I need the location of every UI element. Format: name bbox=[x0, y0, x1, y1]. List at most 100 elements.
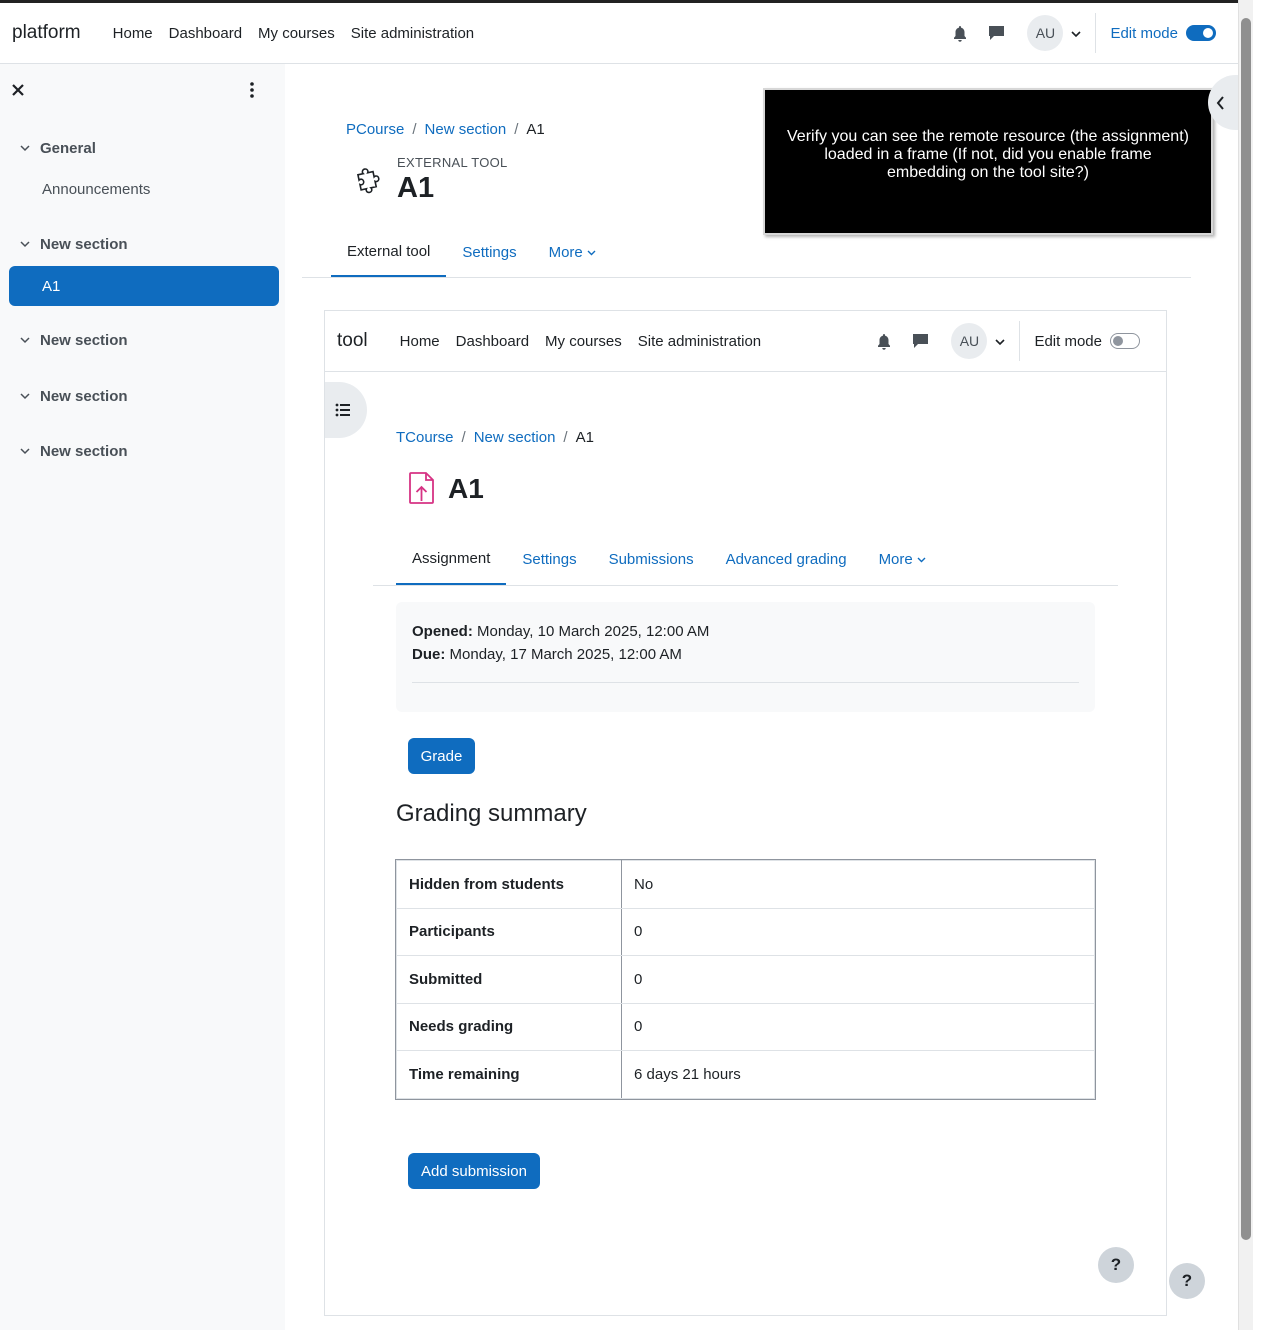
chevron-down-icon bbox=[20, 448, 30, 455]
row-key: Hidden from students bbox=[396, 860, 622, 909]
bell-icon[interactable] bbox=[867, 324, 901, 358]
breadcrumb-new-section[interactable]: New section bbox=[425, 121, 507, 138]
tab-more[interactable]: More bbox=[863, 533, 942, 586]
tab-submissions[interactable]: Submissions bbox=[593, 533, 710, 586]
embedded-tool-frame: tool Home Dashboard My courses Site admi… bbox=[324, 310, 1167, 1316]
divider bbox=[1019, 321, 1021, 361]
chevron-down-icon bbox=[917, 557, 926, 562]
breadcrumb-current: A1 bbox=[526, 121, 545, 138]
scrollbar-thumb[interactable] bbox=[1241, 18, 1251, 1240]
activity-dates: Opened: Monday, 10 March 2025, 12:00 AM … bbox=[396, 602, 1095, 712]
page-title: A1 bbox=[397, 172, 435, 204]
primary-nav: Home Dashboard My courses Site administr… bbox=[105, 25, 483, 42]
section-new-section-3[interactable]: New section bbox=[20, 388, 128, 405]
chevron-down-icon[interactable] bbox=[995, 333, 1006, 350]
divider bbox=[412, 682, 1079, 683]
top-navbar: platform Home Dashboard My courses Site … bbox=[0, 0, 1238, 64]
grading-summary-table: Hidden from students No Participants 0 Sub… bbox=[395, 859, 1096, 1100]
edit-mode-toggle[interactable] bbox=[1110, 333, 1140, 349]
section-title: New section bbox=[40, 236, 128, 253]
breadcrumb-separator: / bbox=[461, 429, 466, 446]
tab-more-label: More bbox=[548, 244, 583, 261]
divider bbox=[1095, 13, 1097, 53]
frame-edit-mode-switch[interactable]: Edit mode bbox=[1034, 333, 1140, 350]
breadcrumb-tcourse[interactable]: TCourse bbox=[396, 429, 454, 446]
breadcrumb: PCourse / New section / A1 bbox=[346, 121, 545, 138]
row-value: 6 days 21 hours bbox=[621, 1050, 1095, 1099]
breadcrumb-separator: / bbox=[412, 121, 417, 138]
close-icon[interactable] bbox=[10, 82, 30, 102]
tab-external-tool[interactable]: External tool bbox=[331, 227, 447, 278]
row-key: Submitted bbox=[396, 955, 622, 1004]
breadcrumb-pcourse[interactable]: PCourse bbox=[346, 121, 404, 138]
tab-assignment[interactable]: Assignment bbox=[396, 533, 507, 586]
table-row: Participants 0 bbox=[396, 907, 1095, 956]
edit-mode-switch[interactable]: Edit mode bbox=[1110, 25, 1216, 42]
breadcrumb-separator: / bbox=[563, 429, 568, 446]
edit-mode-label: Edit mode bbox=[1034, 332, 1102, 350]
breadcrumb-separator: / bbox=[514, 121, 519, 138]
help-button[interactable]: ? bbox=[1169, 1263, 1205, 1299]
nav-dashboard[interactable]: Dashboard bbox=[161, 25, 250, 42]
frame-nav-my-courses[interactable]: My courses bbox=[537, 333, 630, 350]
drawer-item-announcements[interactable]: Announcements bbox=[42, 181, 150, 198]
frame-avatar[interactable]: AU bbox=[951, 323, 988, 359]
course-index-toggle[interactable] bbox=[325, 382, 367, 438]
section-title: New section bbox=[40, 388, 128, 405]
edit-mode-toggle[interactable] bbox=[1186, 25, 1216, 41]
frame-help-button[interactable]: ? bbox=[1098, 1247, 1134, 1283]
nav-my-courses[interactable]: My courses bbox=[250, 25, 343, 42]
frame-page-title: A1 bbox=[448, 473, 484, 504]
site-brand[interactable]: platform bbox=[12, 22, 81, 44]
row-key: Needs grading bbox=[396, 1002, 622, 1051]
frame-navbar: tool Home Dashboard My courses Site admi… bbox=[325, 311, 1166, 372]
section-title: New section bbox=[40, 443, 128, 460]
bell-icon[interactable] bbox=[943, 16, 977, 50]
opened-date: Opened: Monday, 10 March 2025, 12:00 AM bbox=[412, 620, 1079, 643]
list-icon bbox=[335, 403, 350, 417]
section-general[interactable]: General bbox=[20, 140, 96, 157]
row-value: 0 bbox=[621, 907, 1095, 956]
frame-nav-site-administration[interactable]: Site administration bbox=[630, 333, 769, 350]
chevron-down-icon bbox=[20, 241, 30, 248]
frame-nav-home[interactable]: Home bbox=[392, 333, 448, 350]
tab-more[interactable]: More bbox=[533, 227, 612, 278]
drawer-item-a1-active[interactable]: A1 bbox=[9, 266, 279, 306]
messages-icon[interactable] bbox=[979, 16, 1013, 50]
opened-value: Monday, 10 March 2025, 12:00 AM bbox=[477, 623, 710, 640]
row-value: No bbox=[621, 860, 1095, 909]
chevron-down-icon bbox=[20, 393, 30, 400]
page-scrollbar[interactable] bbox=[1238, 0, 1253, 1330]
course-index-drawer: General Announcements New section A1 New… bbox=[0, 64, 285, 1330]
nav-site-administration[interactable]: Site administration bbox=[343, 25, 482, 42]
chevron-down-icon[interactable] bbox=[1071, 25, 1082, 42]
row-key: Time remaining bbox=[396, 1050, 622, 1099]
section-title: New section bbox=[40, 332, 128, 349]
activity-kicker: EXTERNAL TOOL bbox=[397, 155, 508, 170]
opened-label: Opened: bbox=[412, 623, 473, 640]
puzzle-icon bbox=[355, 164, 387, 200]
frame-nav-dashboard[interactable]: Dashboard bbox=[448, 333, 537, 350]
avatar[interactable]: AU bbox=[1027, 15, 1064, 51]
section-new-section-2[interactable]: New section bbox=[20, 332, 128, 349]
chevron-down-icon bbox=[20, 337, 30, 344]
nav-home[interactable]: Home bbox=[105, 25, 161, 42]
tab-settings[interactable]: Settings bbox=[506, 533, 592, 586]
grade-button[interactable]: Grade bbox=[408, 738, 475, 774]
frame-breadcrumb: TCourse / New section / A1 bbox=[396, 429, 594, 446]
kebab-menu-icon[interactable] bbox=[250, 82, 268, 102]
tab-settings[interactable]: Settings bbox=[446, 227, 532, 278]
grading-summary-heading: Grading summary bbox=[396, 800, 587, 827]
assignment-upload-icon bbox=[408, 471, 436, 509]
tab-advanced-grading[interactable]: Advanced grading bbox=[710, 533, 863, 586]
add-submission-button[interactable]: Add submission bbox=[408, 1153, 540, 1189]
table-row: Time remaining 6 days 21 hours bbox=[396, 1050, 1095, 1099]
section-title: General bbox=[40, 140, 96, 157]
row-key: Participants bbox=[396, 907, 622, 956]
frame-brand[interactable]: tool bbox=[337, 330, 368, 352]
breadcrumb-current: A1 bbox=[575, 429, 594, 446]
section-new-section-4[interactable]: New section bbox=[20, 443, 128, 460]
breadcrumb-new-section[interactable]: New section bbox=[474, 429, 556, 446]
messages-icon[interactable] bbox=[903, 324, 937, 358]
section-new-section-1[interactable]: New section bbox=[20, 236, 128, 253]
